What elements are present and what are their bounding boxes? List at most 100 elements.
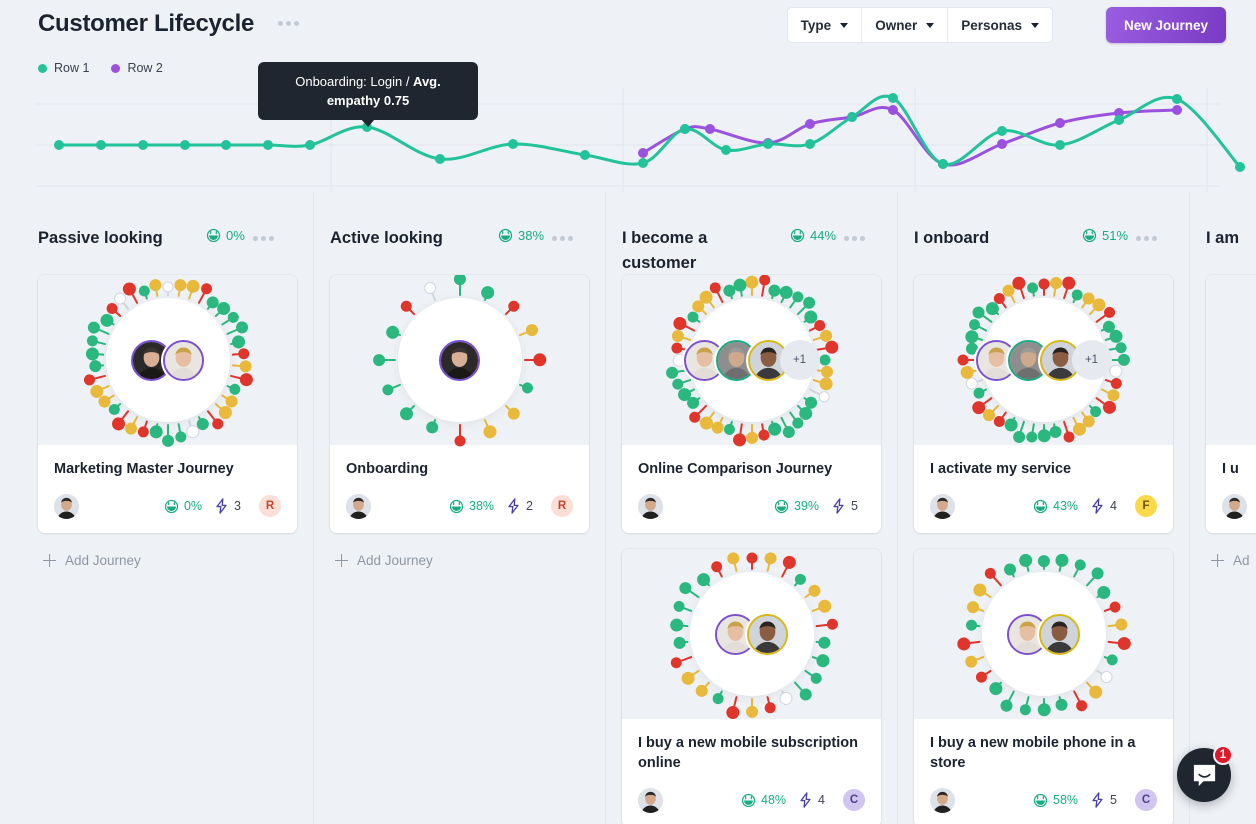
pin-head (1025, 430, 1038, 444)
pin-head (1025, 281, 1039, 295)
add-journey-button[interactable]: Ad (1206, 549, 1256, 568)
persona-avatar[interactable] (163, 339, 204, 381)
chevron-down-icon (840, 22, 849, 28)
smiley-icon (449, 499, 464, 513)
filter-type-label: Type (800, 17, 832, 33)
chat-bubble-icon (1193, 764, 1215, 786)
pin-head (162, 281, 173, 293)
dot (286, 21, 291, 26)
owner-avatar[interactable] (930, 493, 955, 519)
pin-head (956, 636, 972, 652)
tooltip-tail (361, 119, 375, 127)
owner-avatar[interactable] (54, 493, 79, 519)
pin-head (147, 424, 164, 440)
pin-head (1048, 275, 1063, 290)
title-more-icon[interactable] (278, 21, 299, 26)
pin-head (172, 278, 187, 293)
owner-avatar[interactable] (638, 493, 663, 519)
journey-card[interactable]: +1 I activate my service 43% 4 F (914, 275, 1173, 533)
filter-type-button[interactable]: Type (787, 8, 863, 42)
card-title: I activate my service (930, 461, 1072, 477)
filter-personas-button[interactable]: Personas (948, 8, 1052, 42)
smiley-icon (1033, 499, 1048, 513)
journey-card[interactable]: Onboarding 38% 2 R (330, 275, 589, 533)
pin-head (669, 617, 685, 633)
owner-avatar[interactable] (346, 493, 371, 519)
page-header: Customer Lifecycle Type Owner Personas N… (0, 0, 1256, 52)
card-stats: 39% 5 (774, 498, 865, 514)
pin-head (1038, 279, 1049, 290)
pin-head (819, 354, 830, 366)
journey-card[interactable]: Marketing Master Journey 0% 3 R (38, 275, 297, 533)
column-more-icon[interactable] (1136, 226, 1158, 241)
intercom-launcher-button[interactable]: 1 (1177, 745, 1233, 802)
pin-head (997, 697, 1015, 714)
pin-head (671, 599, 686, 614)
board-column-3: I onboard 51% +1 I activate my service 43% 4 F… (898, 193, 1190, 824)
persona-avatar-overflow[interactable]: +1 (779, 340, 820, 380)
tooltip-prefix: Onboarding: Login / (295, 74, 414, 89)
card-stats: 58% 5 C (1033, 789, 1157, 811)
owner-avatar[interactable] (930, 787, 955, 813)
column-more-icon[interactable] (844, 226, 866, 241)
pin-head (964, 619, 978, 632)
new-journey-button[interactable]: New Journey (1105, 7, 1226, 43)
card-footer: 39% 5 (638, 493, 865, 519)
card-empathy-stat: 58% (1033, 793, 1078, 808)
pin-head (184, 277, 202, 295)
persona-avatar[interactable] (439, 339, 480, 381)
column-title: I onboard (914, 229, 990, 247)
pin-head (708, 559, 724, 575)
chevron-down-icon (1031, 22, 1039, 28)
pin-head (238, 359, 252, 374)
card-visualization: +1 (622, 275, 881, 448)
pin-head (710, 691, 726, 707)
avatar-stack (1007, 613, 1080, 655)
persona-cluster: +1 (975, 298, 1112, 422)
pin-head (1018, 703, 1032, 717)
card-visualization: +1 (914, 275, 1173, 445)
page-title: Customer Lifecycle (38, 10, 255, 37)
pin-head (805, 582, 823, 600)
pin-head (815, 597, 834, 615)
pin-head (237, 371, 254, 388)
owner-avatar[interactable] (1222, 493, 1247, 519)
board-column-4: I am I u Ad (1190, 193, 1256, 824)
empathy-line-chart[interactable] (0, 88, 1256, 192)
pin-head (1036, 702, 1051, 717)
pin-head (161, 434, 174, 447)
legend-item-row-2[interactable]: Row 2 (111, 61, 163, 75)
card-stats: 48% 4 C (741, 789, 865, 811)
journey-card[interactable]: I buy a new mobile phone in a store 58% 5 C (914, 549, 1173, 824)
column-more-icon[interactable] (552, 226, 574, 241)
pin-head (693, 569, 713, 589)
persona-avatar[interactable] (1039, 613, 1080, 655)
smiley-icon (206, 228, 221, 243)
journey-card[interactable]: +1 Online Comparison Journey 39% 5 (622, 275, 881, 533)
journey-card[interactable]: I u (1206, 275, 1256, 533)
persona-avatar[interactable] (747, 613, 788, 655)
add-journey-button[interactable]: Add Journey (38, 549, 297, 568)
pin-head (744, 275, 759, 289)
add-journey-button[interactable]: Add Journey (330, 549, 589, 568)
legend-dot-icon (111, 63, 121, 73)
plus-icon (1211, 554, 1224, 567)
pin-head (815, 389, 831, 404)
pin-head (1073, 697, 1089, 713)
card-body: Onboarding 38% 2 R (330, 445, 589, 533)
pin-head (813, 652, 831, 670)
chart-tooltip: Onboarding: Login / Avg. empathy 0.75 (258, 62, 478, 127)
pin-head (669, 655, 684, 670)
journey-card[interactable]: I buy a new mobile subscription online 48… (622, 549, 881, 824)
column-header: Passive looking 0% (38, 193, 297, 275)
column-more-icon[interactable] (252, 226, 274, 241)
persona-avatar-overflow[interactable]: +1 (1071, 340, 1112, 380)
pin-head (454, 435, 465, 446)
smiley-icon (164, 499, 179, 513)
dot (560, 236, 566, 241)
owner-avatar[interactable] (638, 787, 663, 813)
pin-head (1017, 552, 1034, 569)
legend-item-row-1[interactable]: Row 1 (38, 61, 89, 75)
filter-owner-button[interactable]: Owner (862, 8, 949, 42)
pin-head (1115, 636, 1131, 652)
